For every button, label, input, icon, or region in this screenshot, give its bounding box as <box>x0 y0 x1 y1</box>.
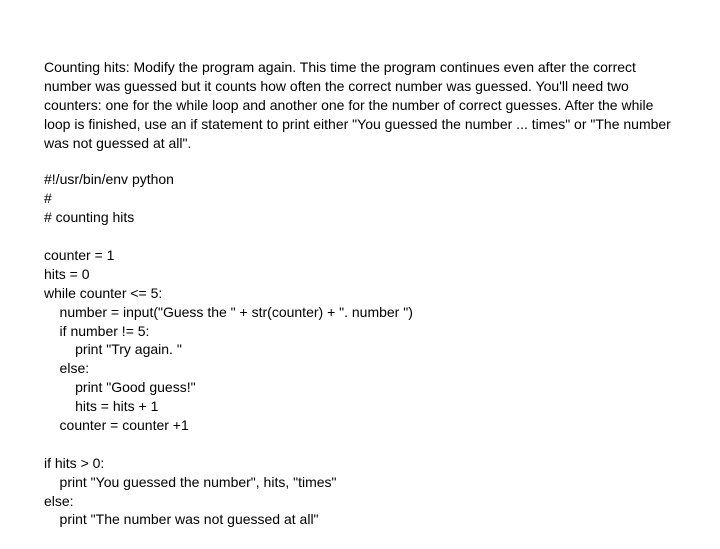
document-page: Counting hits: Modify the program again.… <box>0 0 720 549</box>
code-block: #!/usr/bin/env python # # counting hits … <box>44 170 676 529</box>
instruction-paragraph: Counting hits: Modify the program again.… <box>44 58 676 152</box>
